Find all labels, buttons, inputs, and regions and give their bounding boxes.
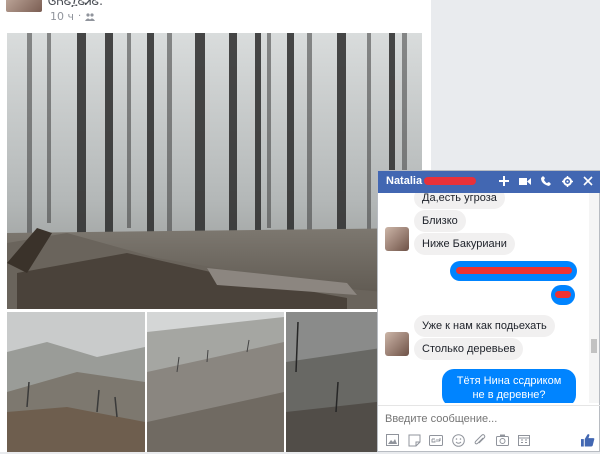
message-bubble-outgoing-redacted <box>450 261 577 281</box>
emoji-icon[interactable] <box>451 433 465 447</box>
forest-photo-image <box>7 33 422 309</box>
post-author-row <box>6 0 42 12</box>
post-time[interactable]: 10 ч <box>50 10 74 23</box>
message-bubble-incoming: Столько деревьев <box>414 338 524 360</box>
redaction-mark <box>424 177 476 185</box>
gif-icon[interactable] <box>429 433 443 447</box>
chat-scrollbar-thumb[interactable] <box>591 339 597 353</box>
contact-avatar[interactable] <box>385 227 409 251</box>
author-avatar[interactable] <box>6 0 42 12</box>
message-bubble-incoming: Ниже Бакуриани <box>414 233 515 255</box>
composer-toolbar <box>385 433 531 447</box>
chat-contact-name[interactable]: Natalia <box>386 175 422 187</box>
chat-header[interactable]: Natalia <box>378 171 600 193</box>
chat-messages[interactable]: Да,есть угроза Близко Ниже Бакуриани Уже… <box>378 193 589 403</box>
messenger-chat-window: Natalia Да,есть угроза Близко Ниже Бакур… <box>377 170 600 452</box>
camera-icon[interactable] <box>495 433 509 447</box>
video-call-icon[interactable] <box>518 174 532 188</box>
message-input[interactable] <box>385 413 575 425</box>
add-people-icon[interactable] <box>497 174 511 188</box>
friends-audience-icon[interactable] <box>85 12 96 21</box>
chat-scrollbar[interactable] <box>589 193 599 403</box>
main-photo-burned-forest[interactable] <box>7 33 422 309</box>
chat-header-actions <box>497 174 595 188</box>
photo-thumbnail-2[interactable] <box>147 312 284 452</box>
chat-composer <box>378 405 600 454</box>
phone-call-icon[interactable] <box>539 174 553 188</box>
sticker-icon[interactable] <box>407 433 421 447</box>
slope-photo-image <box>147 312 284 452</box>
message-bubble-incoming: Уже к нам как подьехать <box>414 315 555 337</box>
photo-icon[interactable] <box>385 433 399 447</box>
meta-separator: · <box>78 11 82 22</box>
post-meta: 10 ч · <box>50 10 96 23</box>
attach-icon[interactable] <box>473 433 487 447</box>
calendar-icon[interactable] <box>517 433 531 447</box>
redaction-mark <box>555 291 571 298</box>
message-bubble-incoming: Близко <box>414 210 466 232</box>
close-icon[interactable] <box>581 174 595 188</box>
author-name[interactable]: ᎶᏂᏋ፲ᏋᏗᏋ. <box>48 0 103 9</box>
message-bubble-outgoing: Тётя Нина ссдриком не в деревне? <box>442 369 576 403</box>
contact-avatar[interactable] <box>385 332 409 356</box>
feed-post: ᎶᏂᏋ፲ᏋᏗᏋ. 10 ч · <box>0 0 431 452</box>
settings-gear-icon[interactable] <box>560 174 574 188</box>
redaction-mark <box>456 267 572 274</box>
message-bubble-incoming: Да,есть угроза <box>414 193 505 209</box>
hillside-photo-image <box>7 312 145 452</box>
photo-thumbnail-1[interactable] <box>7 312 145 452</box>
thumbs-up-icon[interactable] <box>581 433 595 447</box>
message-bubble-outgoing-redacted <box>551 285 575 305</box>
